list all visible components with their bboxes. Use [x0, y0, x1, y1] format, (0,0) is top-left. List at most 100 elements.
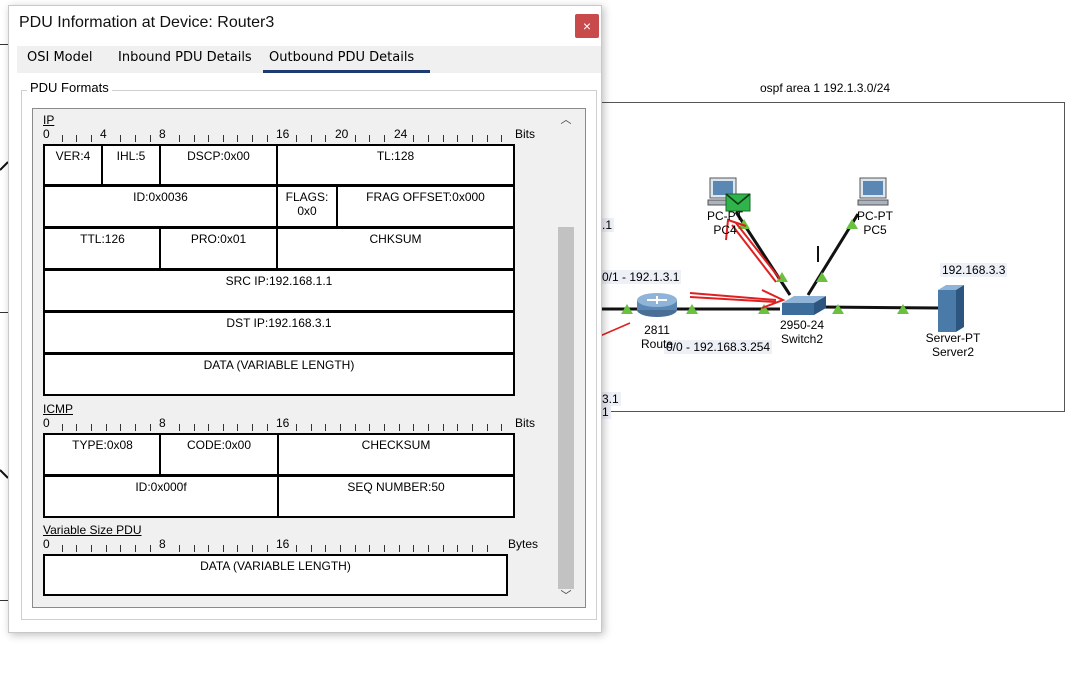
close-button[interactable]: × — [575, 14, 599, 38]
ruler-tick — [383, 545, 385, 552]
ruler-tick — [486, 545, 488, 552]
ip-field-frag-offset: FRAG OFFSET:0x000 — [336, 185, 515, 228]
scroll-down-icon[interactable]: ﹀ — [556, 587, 576, 605]
ruler-tick — [310, 545, 312, 552]
var-pdu-field-data: DATA (VARIABLE LENGTH) — [43, 554, 508, 596]
ruler-tick — [193, 545, 195, 552]
ruler-tick — [266, 424, 268, 431]
ruler-tick — [354, 545, 356, 552]
icmp-section-title: ICMP — [43, 402, 73, 416]
ruler-tick — [178, 135, 180, 142]
ruler-number: 20 — [335, 127, 349, 141]
ruler-tick — [266, 135, 268, 142]
ruler-tick — [501, 424, 503, 431]
ruler-tick — [427, 135, 429, 142]
ruler-tick — [486, 135, 488, 142]
ruler-tick — [296, 424, 298, 431]
ip-field-id: ID:0x0036 — [43, 185, 278, 228]
switch-model: 2950-24 — [779, 318, 825, 332]
ip-field-dst: DST IP:192.168.3.1 — [43, 311, 515, 354]
icmp-field-code: CODE:0x00 — [159, 433, 279, 476]
scroll-up-icon[interactable]: ︿ — [556, 111, 576, 129]
ruler-tick — [252, 135, 254, 142]
ruler-number: 8 — [159, 537, 166, 551]
ip-bit-ruler: 0 4 8 16 20 24 Bits — [43, 127, 543, 142]
ruler-tick — [413, 424, 415, 431]
ruler-tick — [61, 135, 63, 142]
pc5-type: PC-PT — [857, 209, 893, 223]
server-label[interactable]: Server-PT Server2 — [918, 331, 988, 359]
ruler-tick — [427, 545, 429, 552]
ruler-tick — [222, 545, 224, 552]
vertical-scrollbar[interactable]: ︿ ﹀ — [556, 109, 576, 606]
ruler-tick — [369, 135, 371, 142]
ruler-tick — [178, 424, 180, 431]
ruler-tick — [193, 135, 195, 142]
ruler-tick — [193, 424, 195, 431]
tab-inbound-pdu-details[interactable]: Inbound PDU Details — [112, 46, 258, 70]
server-ip-label: 192.168.3.3 — [940, 263, 1008, 277]
scrollbar-thumb[interactable] — [558, 227, 574, 589]
ruler-tick — [325, 424, 327, 431]
server-icon — [938, 285, 964, 332]
pc4-type: PC-PT — [707, 209, 743, 223]
ip-field-flags: FLAGS: 0x0 — [276, 185, 338, 228]
ruler-tick — [354, 135, 356, 142]
ruler-tick — [76, 135, 78, 142]
ruler-tick — [134, 424, 136, 431]
ip-field-dscp: DSCP:0x00 — [159, 144, 278, 186]
pdu-formats-label: PDU Formats — [27, 80, 112, 95]
ruler-unit: Bits — [515, 127, 536, 141]
ruler-tick — [296, 135, 298, 142]
switch-icon — [782, 296, 826, 315]
switch-label[interactable]: 2950-24 Switch2 — [772, 318, 832, 346]
ruler-tick — [252, 424, 254, 431]
ruler-tick — [325, 135, 327, 142]
ruler-tick — [120, 424, 122, 431]
server-name: Server2 — [931, 345, 975, 359]
ruler-unit: Bits — [515, 416, 536, 430]
ruler-tick — [76, 424, 78, 431]
server-type: Server-PT — [925, 331, 981, 345]
ruler-number: 0 — [43, 537, 50, 551]
ruler-tick — [76, 545, 78, 552]
pc4-label[interactable]: PC-PT PC4 — [700, 209, 750, 237]
ruler-tick — [90, 424, 92, 431]
ruler-tick — [413, 545, 415, 552]
ruler-tick — [208, 424, 210, 431]
ruler-tick — [149, 135, 151, 142]
router-model: 2811 — [644, 323, 670, 337]
ip-fragment: .1 — [600, 218, 615, 232]
router-label[interactable]: 2811 Route — [632, 323, 682, 351]
ruler-tick — [383, 424, 385, 431]
ruler-tick — [340, 424, 341, 431]
pc5-icon — [857, 177, 889, 206]
ruler-tick — [501, 135, 503, 142]
icmp-field-seq: SEQ NUMBER:50 — [277, 475, 515, 518]
ruler-number: 0 — [43, 416, 50, 430]
flags-value: 0x0 — [297, 204, 317, 218]
ruler-tick — [61, 545, 63, 552]
pc5-label[interactable]: PC-PT PC5 — [850, 209, 900, 237]
iface-label-top: 0/1 - 192.1.3.1 — [600, 270, 682, 284]
ip-field-src: SRC IP:192.168.1.1 — [43, 269, 515, 312]
ruler-tick — [457, 424, 459, 431]
tab-osi-model[interactable]: OSI Model — [21, 46, 98, 70]
ruler-tick — [90, 135, 92, 142]
ruler-tick — [354, 424, 356, 431]
tab-outbound-pdu-details[interactable]: Outbound PDU Details — [263, 46, 430, 73]
ruler-tick — [120, 135, 122, 142]
tab-bar: OSI Model Inbound PDU Details Outbound P… — [17, 46, 601, 73]
dialog-title: PDU Information at Device: Router3 — [19, 14, 275, 31]
ruler-unit: Bytes — [508, 537, 539, 551]
switch-name: Switch2 — [780, 332, 824, 346]
ruler-number: 16 — [276, 537, 290, 551]
ruler-tick — [105, 424, 107, 431]
ruler-number: 8 — [159, 127, 166, 141]
ruler-number: 24 — [394, 127, 408, 141]
pc4-name: PC4 — [713, 223, 737, 237]
ruler-tick — [134, 135, 136, 142]
ip-field-pro: PRO:0x01 — [159, 227, 278, 270]
ruler-tick — [120, 545, 122, 552]
ruler-tick — [457, 135, 459, 142]
